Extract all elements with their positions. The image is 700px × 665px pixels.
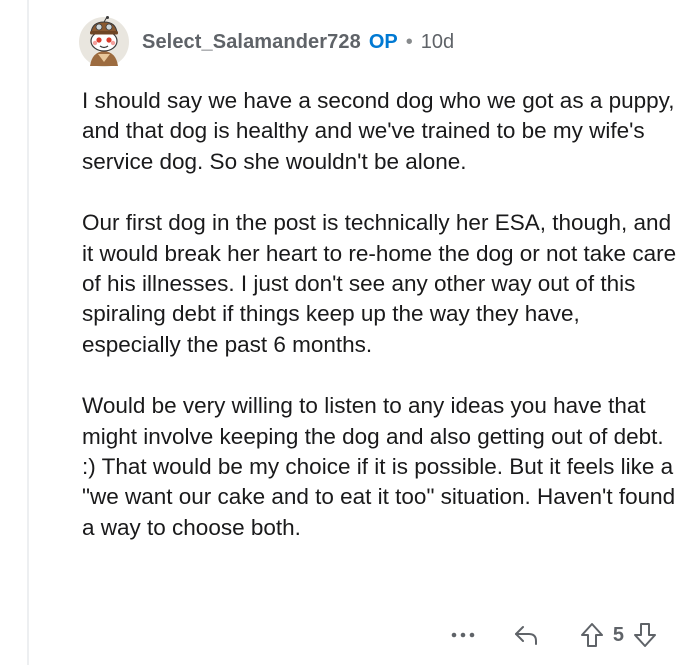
reply-button[interactable] (509, 620, 543, 650)
downvote-arrow-icon (634, 623, 656, 647)
snoo-avatar[interactable] (78, 16, 130, 68)
comment: Select_Salamander728 OP • 10d I should s… (0, 0, 700, 665)
upvote-button[interactable] (577, 620, 607, 650)
vote-score: 5 (612, 623, 624, 646)
upvote-arrow-icon (580, 623, 603, 647)
downvote-button[interactable] (630, 620, 660, 650)
more-options-icon (451, 632, 475, 638)
comment-paragraph: Would be very willing to listen to any i… (82, 393, 676, 540)
comment-header: Select_Salamander728 OP • 10d (78, 14, 454, 70)
username-link[interactable]: Select_Salamander728 (142, 31, 361, 54)
meta-separator: • (405, 30, 413, 53)
comment-actions: 5 (443, 618, 660, 652)
reply-icon (514, 626, 537, 645)
more-options-button[interactable] (443, 620, 483, 650)
comment-paragraph: Our first dog in the post is technically… (82, 210, 677, 357)
comment-age[interactable]: 10d (421, 31, 454, 54)
comment-meta: Select_Salamander728 OP • 10d (142, 31, 454, 54)
op-badge: OP (368, 30, 398, 53)
comment-paragraph: I should say we have a second dog who we… (82, 88, 675, 174)
comment-body: I should say we have a second dog who we… (82, 86, 682, 574)
